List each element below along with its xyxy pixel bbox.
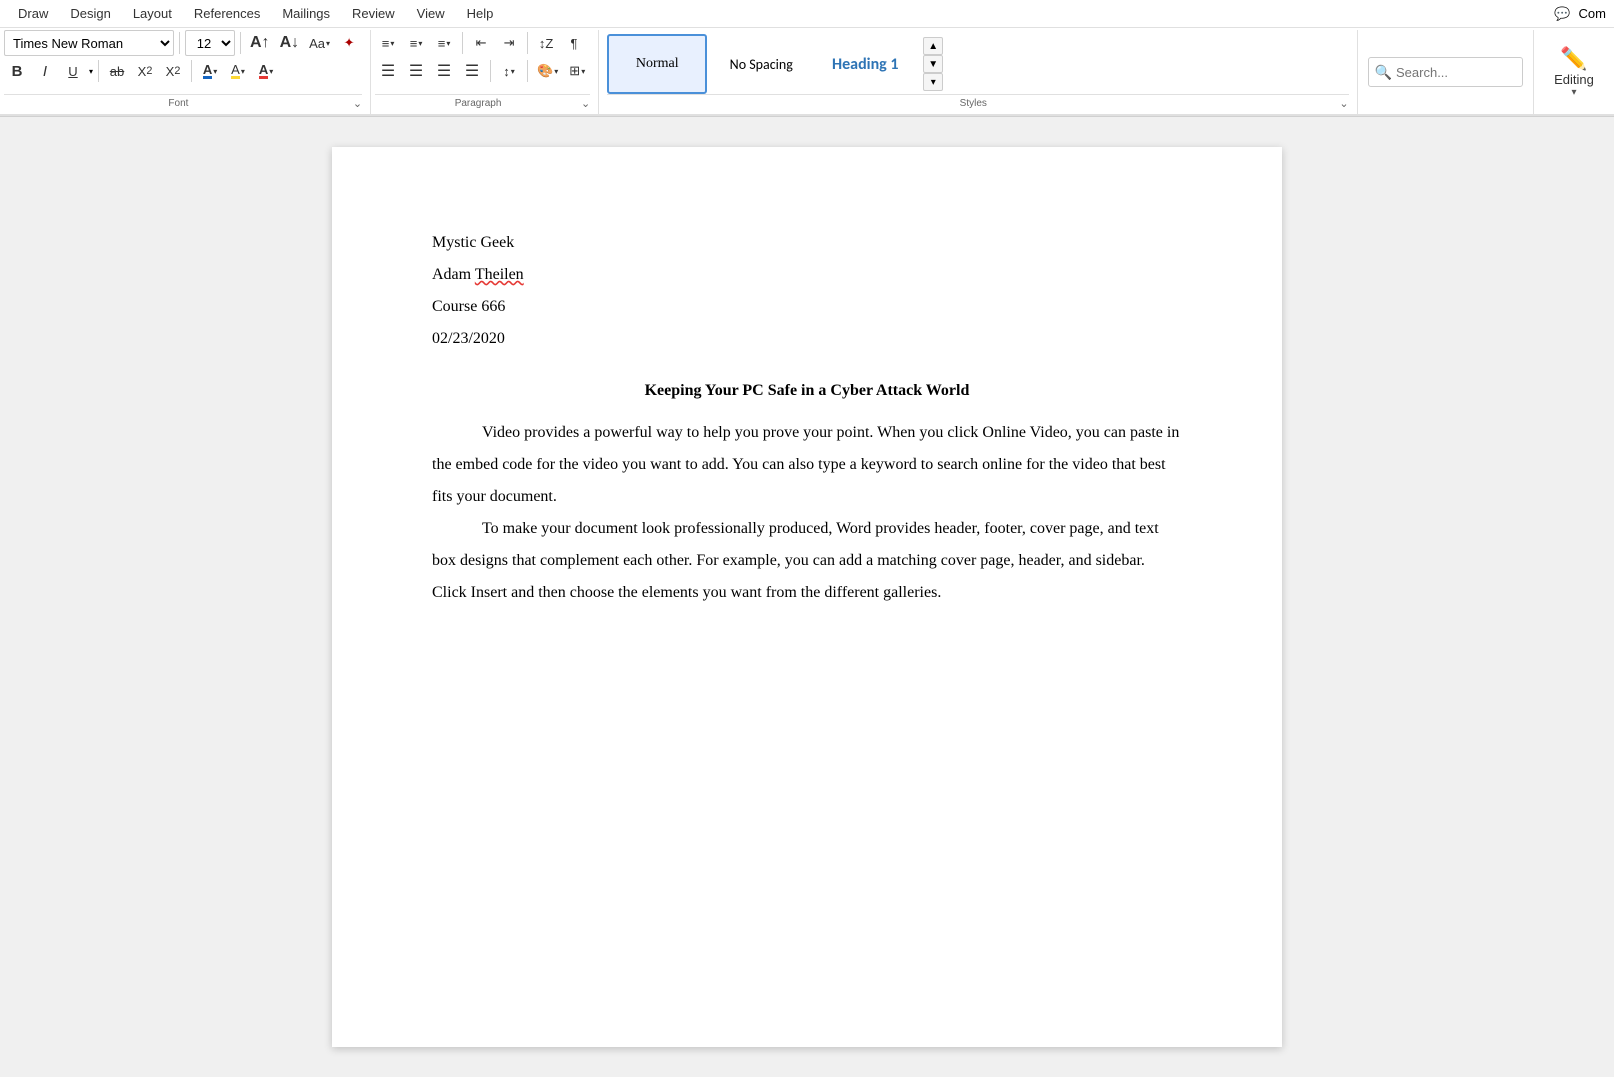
paragraph-group-footer: Paragraph ⌄ — [375, 94, 590, 110]
font-expand-icon[interactable]: ⌄ — [353, 97, 362, 110]
menu-draw[interactable]: Draw — [8, 2, 58, 25]
font-case-btn[interactable]: Aa▾ — [305, 30, 334, 56]
menu-right: 💬 Com — [1554, 6, 1606, 22]
editing-arrow-icon: ▾ — [1571, 87, 1576, 98]
shading-btn[interactable]: 🎨▾ — [533, 58, 562, 84]
highlight-indicator: A — [231, 63, 240, 79]
menu-review[interactable]: Review — [342, 2, 405, 25]
font-group-footer: Font ⌄ — [4, 94, 362, 110]
font-color-indicator: A — [203, 63, 212, 79]
doc-title: Keeping Your PC Safe in a Cyber Attack W… — [432, 375, 1182, 407]
style-normal-label: Normal — [636, 56, 679, 72]
ribbon: Draw Design Layout References Mailings R… — [0, 0, 1614, 117]
styles-group-footer: Styles ⌄ — [607, 94, 1348, 110]
menu-bar: Draw Design Layout References Mailings R… — [0, 0, 1614, 28]
font-size-select[interactable]: 12 — [185, 30, 235, 56]
align-center-btn[interactable]: ☰ — [403, 58, 429, 84]
font-group-label: Font — [4, 98, 353, 109]
justify-btn[interactable]: ☰ — [459, 58, 485, 84]
paragraph-group: ≡▾ ≡▾ ≡▾ ⇤ ⇥ ↕Z ¶ ☰ ☰ ☰ ☰ ↕▾ 🎨▾ ⊞▾ — [371, 30, 599, 114]
search-section: 🔍 — [1358, 30, 1534, 114]
editing-section[interactable]: ✏️ Editing ▾ — [1534, 30, 1614, 114]
superscript-btn[interactable]: X2 — [160, 58, 186, 84]
menu-view[interactable]: View — [407, 2, 455, 25]
text-color-indicator: A — [259, 63, 268, 79]
styles-expand-icon[interactable]: ⌄ — [1339, 97, 1348, 110]
underline-btn[interactable]: U — [60, 58, 86, 84]
align-left-btn[interactable]: ☰ — [375, 58, 401, 84]
doc-line-1: Mystic Geek — [432, 227, 1182, 259]
font-shrink-btn[interactable]: A↓ — [276, 30, 304, 56]
style-no-spacing-label: No Spacing — [730, 56, 793, 73]
multilevel-btn[interactable]: ≡▾ — [431, 30, 457, 56]
paragraph-expand-icon[interactable]: ⌄ — [581, 97, 590, 110]
doc-date: 02/23/2020 — [432, 330, 505, 347]
editing-icon: ✏️ — [1560, 46, 1587, 72]
show-formatting-btn[interactable]: ¶ — [561, 30, 587, 56]
document-page[interactable]: Mystic Geek Adam Theilen Course 666 02/2… — [332, 147, 1282, 1047]
doc-paragraph-1: Video provides a powerful way to help yo… — [432, 417, 1182, 513]
sort-btn[interactable]: ↕Z — [533, 30, 559, 56]
borders-btn[interactable]: ⊞▾ — [564, 58, 590, 84]
font-clear-btn[interactable]: ✦ — [336, 30, 362, 56]
font-group: Times New Roman 12 A↑ A↓ Aa▾ ✦ B I U ▾ a… — [0, 30, 371, 114]
decrease-indent-btn[interactable]: ⇤ — [468, 30, 494, 56]
numbering-btn[interactable]: ≡▾ — [403, 30, 429, 56]
bold-btn[interactable]: B — [4, 58, 30, 84]
doc-course: Course 666 — [432, 298, 505, 315]
italic-btn[interactable]: I — [32, 58, 58, 84]
search-input[interactable] — [1396, 65, 1516, 80]
font-grow-btn[interactable]: A↑ — [246, 30, 274, 56]
style-normal-btn[interactable]: Normal — [607, 34, 707, 94]
font-row2: B I U ▾ ab X2 X2 A ▾ A ▾ A ▾ — [4, 58, 279, 84]
highlight-dropdown-arrow: ▾ — [241, 67, 245, 76]
doc-line-4: 02/23/2020 — [432, 323, 1182, 355]
styles-group: Normal No Spacing Heading 1 ▲ ▼ ▾ Styl — [599, 30, 1357, 114]
comment-icon[interactable]: 💬 — [1554, 6, 1570, 22]
font-color-dropdown-arrow: ▾ — [213, 67, 217, 76]
search-icon: 🔍 — [1375, 64, 1392, 81]
doc-paragraph-2: To make your document look professionall… — [432, 513, 1182, 609]
menu-mailings[interactable]: Mailings — [272, 2, 340, 25]
align-right-btn[interactable]: ☰ — [431, 58, 457, 84]
text-color-dropdown-arrow: ▾ — [269, 67, 273, 76]
style-no-spacing-btn[interactable]: No Spacing — [711, 34, 811, 94]
menu-layout[interactable]: Layout — [123, 2, 182, 25]
underline-dropdown[interactable]: ▾ — [89, 67, 93, 76]
menu-design[interactable]: Design — [60, 2, 120, 25]
increase-indent-btn[interactable]: ⇥ — [496, 30, 522, 56]
doc-line-3: Course 666 — [432, 291, 1182, 323]
font-color-btn[interactable]: A ▾ — [197, 58, 223, 84]
styles-scroll-expand-btn[interactable]: ▾ — [923, 73, 943, 91]
search-box[interactable]: 🔍 — [1368, 57, 1523, 87]
font-family-select[interactable]: Times New Roman — [4, 30, 174, 56]
doc-author-last: Theilen — [475, 266, 524, 283]
para-row2: ☰ ☰ ☰ ☰ ↕▾ 🎨▾ ⊞▾ — [375, 58, 590, 84]
doc-author-first: Adam — [432, 266, 475, 283]
text-color-btn[interactable]: A ▾ — [253, 58, 279, 84]
doc-line-2: Adam Theilen — [432, 259, 1182, 291]
strikethrough-btn[interactable]: ab — [104, 58, 130, 84]
styles-scroll-up-btn[interactable]: ▲ — [923, 37, 943, 55]
subscript-btn[interactable]: X2 — [132, 58, 158, 84]
para-row1: ≡▾ ≡▾ ≡▾ ⇤ ⇥ ↕Z ¶ — [375, 30, 587, 56]
style-heading1-label: Heading 1 — [832, 55, 898, 74]
styles-scroll-down-btn[interactable]: ▼ — [923, 55, 943, 73]
editing-label: Editing — [1554, 72, 1594, 87]
highlight-btn[interactable]: A ▾ — [225, 58, 251, 84]
bullets-btn[interactable]: ≡▾ — [375, 30, 401, 56]
menu-help[interactable]: Help — [457, 2, 504, 25]
document-area: Mystic Geek Adam Theilen Course 666 02/2… — [0, 117, 1614, 1077]
styles-group-label: Styles — [607, 98, 1339, 109]
right-overflow: Com — [1579, 6, 1606, 21]
style-heading1-btn[interactable]: Heading 1 — [815, 34, 915, 94]
doc-name: Mystic Geek — [432, 234, 514, 251]
font-row1: Times New Roman 12 A↑ A↓ Aa▾ ✦ — [4, 30, 362, 56]
styles-scroll: ▲ ▼ ▾ — [923, 37, 943, 91]
line-spacing-btn[interactable]: ↕▾ — [496, 58, 522, 84]
menu-references[interactable]: References — [184, 2, 270, 25]
paragraph-group-label: Paragraph — [375, 98, 581, 109]
